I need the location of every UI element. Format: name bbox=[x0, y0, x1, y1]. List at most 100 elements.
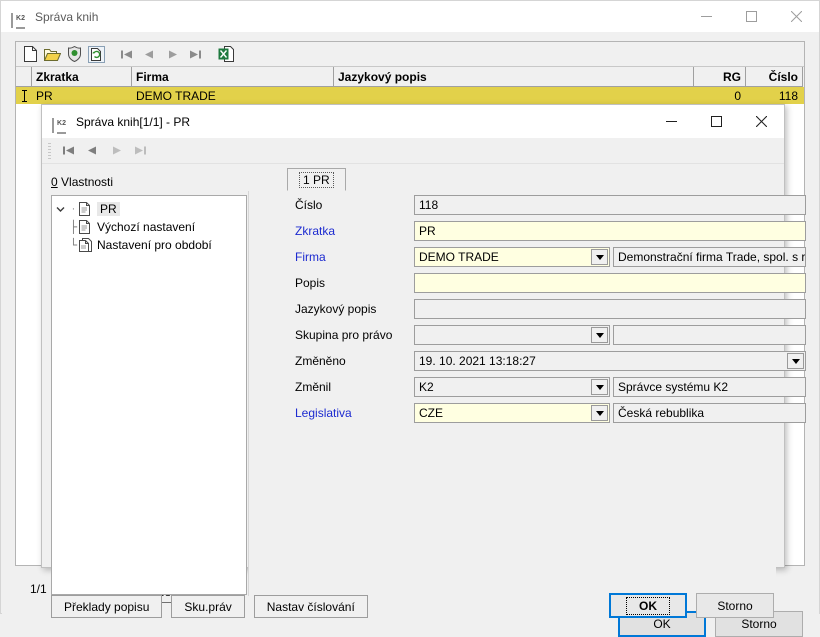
properties-panel-label: 0 Vlastnosti bbox=[51, 175, 113, 189]
tree-item-vychozi-nastaveni[interactable]: ├ Výchozí nastavení bbox=[52, 218, 246, 236]
properties-label-text: Vlastnosti bbox=[57, 175, 114, 189]
cell-rg[interactable]: 0 bbox=[694, 87, 746, 104]
field-firma-description: Demonstrační firma Trade, spol. s r.o. bbox=[613, 247, 806, 267]
close-icon[interactable] bbox=[774, 1, 819, 32]
shield-icon[interactable] bbox=[64, 44, 84, 64]
grid-header-row: Zkratka Firma Jazykový popis RG Číslo bbox=[16, 67, 804, 87]
cell-cislo[interactable]: 118 bbox=[746, 87, 803, 104]
maximize-icon[interactable] bbox=[729, 1, 774, 32]
chevron-down-icon bbox=[595, 410, 604, 416]
label-zmenil: Změnil bbox=[295, 380, 332, 394]
label-legislativa[interactable]: Legislativa bbox=[295, 403, 352, 423]
zmeneno-dropdown-button[interactable] bbox=[787, 353, 804, 369]
field-zkratka[interactable]: PR bbox=[414, 221, 806, 241]
label-skupina-pro-pravo: Skupina pro právo bbox=[295, 328, 393, 342]
tree-item-label: PR bbox=[97, 202, 120, 216]
nav-prev-icon[interactable] bbox=[139, 44, 160, 64]
field-legislativa-description: Česká rebublika bbox=[613, 403, 806, 423]
dialog-titlebar[interactable]: K2 Správa knih[1/1] - PR bbox=[42, 105, 784, 138]
k2-app-icon: K2 bbox=[11, 9, 27, 29]
maximize-icon[interactable] bbox=[694, 106, 739, 138]
nav-next-icon[interactable] bbox=[162, 44, 183, 64]
tree-item-pr[interactable]: · PR bbox=[52, 200, 246, 218]
field-zmeneno[interactable]: 19. 10. 2021 13:18:27 bbox=[414, 351, 806, 371]
toolbar-grip-icon[interactable] bbox=[48, 142, 51, 159]
window-controls bbox=[684, 1, 819, 32]
nav-first-icon[interactable] bbox=[116, 44, 137, 64]
documents-icon bbox=[79, 238, 93, 252]
new-document-icon[interactable] bbox=[20, 44, 40, 64]
book-detail-dialog: K2 Správa knih[1/1] - PR 0 Vlastnosti · … bbox=[41, 104, 806, 618]
legislativa-dropdown-button[interactable] bbox=[591, 405, 608, 421]
dialog-cancel-button[interactable]: Storno bbox=[696, 593, 774, 618]
firma-dropdown-button[interactable] bbox=[591, 249, 608, 265]
grid-header-firma[interactable]: Firma bbox=[132, 67, 334, 87]
dialog-footer-right: OK Storno bbox=[609, 593, 774, 618]
document-icon bbox=[79, 202, 93, 216]
field-skupina-pro-pravo[interactable] bbox=[414, 325, 610, 345]
k2-app-icon: K2 bbox=[52, 114, 68, 134]
zmenil-dropdown-button[interactable] bbox=[591, 379, 608, 395]
field-firma[interactable]: DEMO TRADE bbox=[414, 247, 610, 267]
cell-firma[interactable]: DEMO TRADE bbox=[132, 87, 334, 104]
nav-first-icon[interactable] bbox=[58, 141, 79, 161]
tree-connector: ├ bbox=[69, 220, 78, 234]
text-cursor-icon bbox=[16, 87, 32, 104]
label-firma[interactable]: Firma bbox=[295, 247, 326, 267]
properties-tree[interactable]: · PR ├ Výchozí nastavení └ Nastavení pro… bbox=[51, 195, 247, 595]
export-excel-icon[interactable] bbox=[216, 44, 236, 64]
grid-header-zkratka[interactable]: Zkratka bbox=[32, 67, 132, 87]
main-window: K2 Správa knih Zkratka Firma Jazykový po… bbox=[0, 0, 820, 637]
nav-last-icon[interactable] bbox=[185, 44, 206, 64]
properties-accelerator: 0 bbox=[51, 175, 58, 189]
chevron-down-icon bbox=[791, 358, 800, 364]
tree-item-label: Nastavení pro období bbox=[97, 238, 212, 252]
nav-next-icon bbox=[106, 141, 127, 161]
tab-pr[interactable]: 1 PR bbox=[287, 168, 346, 191]
close-icon[interactable] bbox=[739, 106, 784, 138]
tree-connector: · bbox=[71, 203, 76, 215]
label-popis: Popis bbox=[295, 276, 326, 290]
window-titlebar: K2 Správa knih bbox=[1, 1, 819, 32]
cell-zkratka[interactable]: PR bbox=[32, 87, 132, 104]
detail-form: Číslo 118 Zkratka PR Firma DEMO TRADE De… bbox=[248, 191, 806, 596]
dialog-ok-label: OK bbox=[626, 596, 670, 615]
nastav-cislovani-button[interactable]: Nastav číslování bbox=[253, 595, 368, 618]
label-zkratka[interactable]: Zkratka bbox=[295, 221, 335, 241]
nav-last-icon bbox=[130, 141, 151, 161]
grid-header-jazykovy-popis[interactable]: Jazykový popis bbox=[334, 67, 694, 87]
label-jazykovy-popis: Jazykový popis bbox=[295, 302, 377, 316]
tree-connector: └ bbox=[69, 238, 78, 252]
chevron-down-icon bbox=[595, 384, 604, 390]
tab-label: 1 PR bbox=[299, 171, 334, 188]
refresh-document-icon[interactable] bbox=[86, 44, 106, 64]
chevron-down-icon bbox=[595, 332, 604, 338]
minimize-icon[interactable] bbox=[649, 106, 694, 138]
field-zmenil-description: Správce systému K2 bbox=[613, 377, 806, 397]
open-folder-icon[interactable] bbox=[42, 44, 62, 64]
window-title: Správa knih bbox=[35, 9, 99, 24]
sku-prav-button[interactable]: Sku.práv bbox=[171, 595, 245, 618]
tree-item-label: Výchozí nastavení bbox=[97, 220, 196, 234]
field-popis[interactable] bbox=[414, 273, 806, 293]
field-cislo[interactable]: 118 bbox=[414, 195, 806, 215]
label-cislo: Číslo bbox=[295, 198, 323, 212]
dialog-ok-button[interactable]: OK bbox=[609, 593, 687, 618]
label-zmeneno: Změněno bbox=[295, 354, 346, 368]
grid-toolbar bbox=[16, 42, 804, 67]
grid-header-cislo[interactable]: Číslo bbox=[746, 67, 803, 87]
chevron-down-icon[interactable] bbox=[52, 206, 68, 213]
minimize-icon[interactable] bbox=[684, 1, 729, 32]
nav-prev-icon[interactable] bbox=[82, 141, 103, 161]
table-row[interactable]: PR DEMO TRADE 0 118 bbox=[16, 87, 804, 104]
tree-item-nastaveni-pro-obdobi[interactable]: └ Nastavení pro období bbox=[52, 236, 246, 254]
field-zmenil[interactable]: K2 bbox=[414, 377, 610, 397]
preklady-popisu-button[interactable]: Překlady popisu bbox=[51, 595, 163, 618]
skupina-pro-pravo-dropdown-button[interactable] bbox=[591, 327, 608, 343]
grid-header-marker bbox=[16, 67, 32, 87]
grid-header-rg[interactable]: RG bbox=[694, 67, 746, 87]
field-jazykovy-popis[interactable] bbox=[414, 299, 806, 319]
cell-jazykovy-popis[interactable] bbox=[334, 87, 694, 104]
record-position-status: 1/1 bbox=[30, 582, 47, 596]
field-legislativa[interactable]: CZE bbox=[414, 403, 610, 423]
